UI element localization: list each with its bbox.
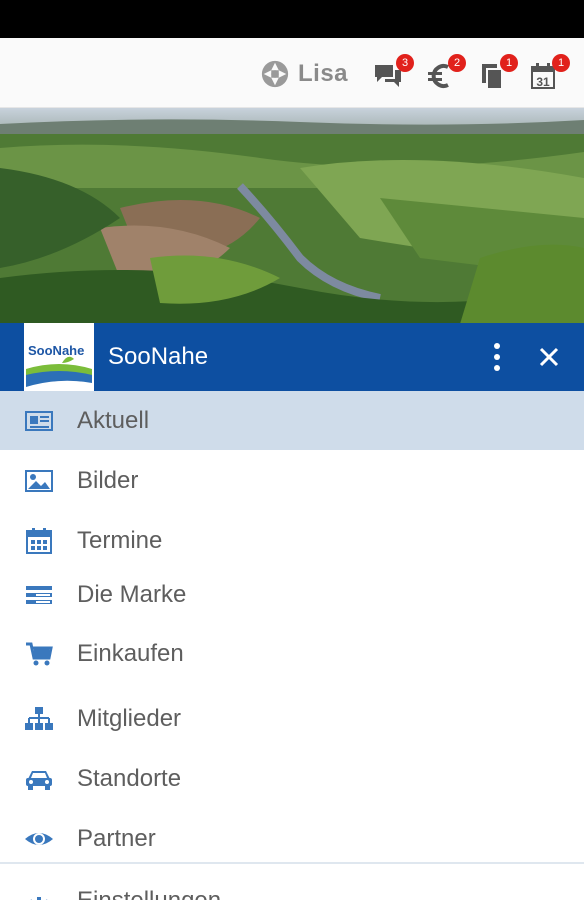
menu-label-einstellungen: Einstellungen [77,887,221,900]
eye-icon [25,833,53,845]
gear-icon [28,897,50,900]
menu-divider [0,862,584,864]
cart-icon [26,642,53,666]
documents-badge: 1 [500,54,518,72]
messages-badge: 3 [396,54,414,72]
logo-text: SooNahe [28,343,85,358]
list-icon [26,585,52,604]
payments-button[interactable]: 2 [424,54,466,96]
more-options-button[interactable] [482,340,512,374]
status-bar [0,0,584,38]
menu-item-standorte[interactable]: Standorte [0,749,584,809]
calendar-day: 31 [536,75,550,89]
payments-badge: 2 [448,54,466,72]
menu-label-partner: Partner [77,825,156,852]
menu-label-einkaufen: Einkaufen [77,640,184,667]
messages-button[interactable]: 3 [372,54,414,96]
calendar-badge: 1 [552,54,570,72]
menu-item-bilder[interactable]: Bilder [0,450,584,511]
top-bar: Lisa 3 2 1 31 1 [0,38,584,108]
menu-label-standorte: Standorte [77,765,182,792]
menu-item-mitglieder[interactable]: Mitglieder [0,689,584,749]
user-profile[interactable]: Lisa [260,58,348,90]
image-icon [25,469,53,492]
newspaper-icon [25,410,53,431]
menu-item-partner[interactable]: Partner [0,809,584,869]
drawer-menu: Aktuell Bilder Termine Die Marke Einkauf… [0,391,584,900]
menu-label-mitglieder: Mitglieder [77,705,182,732]
menu-item-die-marke[interactable]: Die Marke [0,570,584,619]
menu-label-die-marke: Die Marke [77,580,187,608]
header-landscape-image [0,108,584,324]
drawer-header: SooNahe SooNahe [0,323,584,391]
drawer-title: SooNahe [108,343,209,370]
menu-label-termine: Termine [77,526,163,554]
documents-button[interactable]: 1 [476,54,518,96]
user-name: Lisa [298,60,349,87]
close-drawer-button[interactable] [533,341,565,373]
menu-label-bilder: Bilder [77,466,139,494]
calendar-grid-icon [26,527,52,554]
more-vert-icon [494,343,500,371]
menu-item-termine[interactable]: Termine [0,511,584,570]
menu-item-einstellungen[interactable]: Einstellungen [0,869,584,900]
menu-label-aktuell: Aktuell [77,406,150,434]
user-status-icon [261,60,289,88]
car-icon [26,771,52,790]
calendar-button[interactable]: 31 1 [528,54,570,96]
menu-item-aktuell[interactable]: Aktuell [0,391,584,450]
close-icon [539,347,559,367]
menu-item-einkaufen[interactable]: Einkaufen [0,619,584,689]
brand-logo: SooNahe [24,323,94,391]
sitemap-icon [25,707,53,730]
